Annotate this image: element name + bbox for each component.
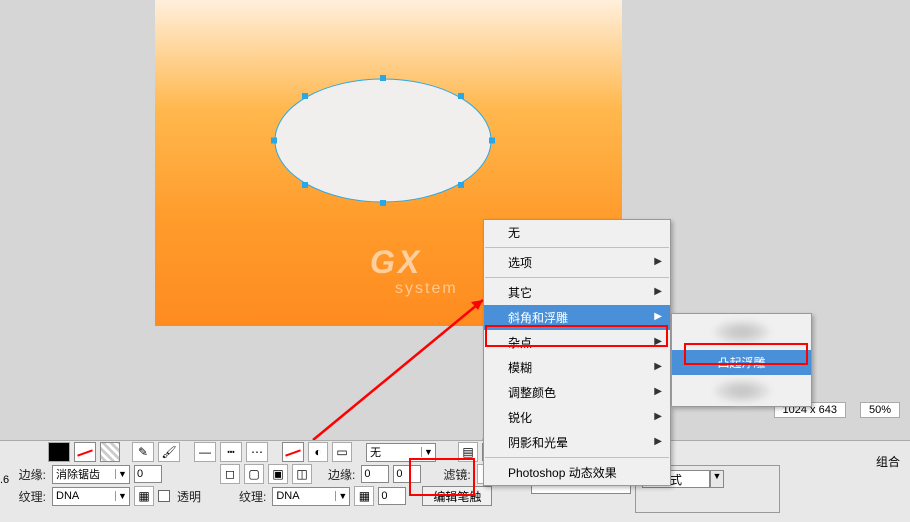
menu-label: 杂点 [508, 336, 532, 350]
stroke-preset-input[interactable] [367, 444, 421, 461]
texture-combo-1[interactable]: ▼ [52, 487, 130, 506]
dropdown-icon[interactable]: ▼ [335, 491, 349, 501]
texture-label-2: 纹理: [239, 488, 268, 505]
menu-label: 调整颜色 [508, 386, 556, 400]
chevron-right-icon: ▶ [654, 386, 662, 397]
watermark-subtext: system [395, 280, 458, 298]
texture-combo-2[interactable]: ▼ [272, 487, 350, 506]
menu-label: 选项 [508, 256, 532, 270]
menu-separator [485, 277, 669, 278]
chevron-right-icon: ▶ [654, 436, 662, 447]
edge-label-2: 边缘: [328, 466, 357, 483]
stroke-align-button[interactable]: ▭ [332, 442, 352, 462]
edge-label: 边缘: [8, 466, 48, 483]
anti-alias-combo[interactable]: ▼ [52, 465, 130, 484]
corner-style-4[interactable]: ◫ [292, 464, 312, 484]
line-style-2[interactable]: ┅ [220, 442, 242, 462]
menu-item-noise[interactable]: 杂点 ▶ [484, 330, 670, 355]
line-style-1[interactable]: — [194, 442, 216, 462]
menu-item-adjust-color[interactable]: 调整颜色 ▶ [484, 380, 670, 405]
texture-value[interactable] [378, 487, 406, 505]
edge-value-2[interactable] [361, 465, 389, 483]
transparent-label: 透明 [177, 488, 203, 505]
status-zoom: 50% [860, 402, 900, 418]
stroke-brush-button[interactable]: ✎ [132, 442, 154, 462]
menu-item-shadow-glow[interactable]: 阴影和光晕 ▶ [484, 430, 670, 455]
chevron-right-icon: ▶ [654, 311, 662, 322]
group-label: 组合 [876, 453, 900, 470]
stroke-none-swatch[interactable] [282, 442, 304, 462]
menu-item-misc[interactable]: 其它 ▶ [484, 280, 670, 305]
menu-label: 其它 [508, 286, 532, 300]
submenu-item-raised-emboss[interactable]: 凸起浮雕 [672, 350, 811, 375]
ellipse-selection[interactable] [274, 78, 492, 203]
filter-label: 滤镜: [443, 466, 472, 483]
left-fragment-value: .6 [0, 474, 9, 486]
chevron-right-icon: ▶ [654, 336, 662, 347]
texture-preview-2[interactable]: ▦ [354, 486, 374, 506]
menu-item-ps-effect[interactable]: Photoshop 动态效果 [484, 460, 670, 485]
texture-label: 纹理: [8, 488, 48, 505]
menu-item-blur[interactable]: 模糊 ▶ [484, 355, 670, 380]
transparent-checkbox[interactable] [158, 490, 170, 502]
menu-item-none[interactable]: 无 [484, 220, 670, 245]
stroke-preset-combo[interactable]: ▼ [366, 443, 436, 462]
chevron-right-icon: ▶ [654, 256, 662, 267]
line-style-3[interactable]: ⋯ [246, 442, 268, 462]
texture-preview-1[interactable]: ▦ [134, 486, 154, 506]
menu-label: 斜角和浮雕 [508, 311, 568, 325]
edit-stroke-button[interactable]: 编辑笔触 [422, 486, 492, 506]
corner-style-3[interactable]: ▣ [268, 464, 288, 484]
anti-alias-input[interactable] [53, 466, 115, 483]
dropdown-icon[interactable]: ▼ [710, 470, 724, 488]
opacity-icon: ▤ [458, 442, 478, 462]
menu-label: 阴影和光晕 [508, 436, 568, 450]
chevron-right-icon: ▶ [654, 361, 662, 372]
texture-input-2[interactable] [273, 488, 335, 505]
dropdown-icon[interactable]: ▼ [421, 447, 435, 457]
chevron-right-icon: ▶ [654, 411, 662, 422]
menu-item-sharpen[interactable]: 锐化 ▶ [484, 405, 670, 430]
menu-separator [485, 457, 669, 458]
emboss-submenu: 凸起浮雕 [671, 313, 812, 407]
menu-label: 模糊 [508, 361, 532, 375]
edge-value-1[interactable] [134, 465, 162, 483]
menu-item-bevel-emboss[interactable]: 斜角和浮雕 ▶ [484, 305, 670, 330]
dropdown-icon[interactable]: ▼ [115, 491, 129, 501]
dropdown-icon[interactable]: ▼ [115, 469, 129, 479]
filter-context-menu: 无 选项 ▶ 其它 ▶ 斜角和浮雕 ▶ 杂点 ▶ 模糊 ▶ 调整颜色 ▶ 锐化 ▶ 阴影和光晕… [483, 219, 671, 486]
menu-item-options[interactable]: 选项 ▶ [484, 250, 670, 275]
watermark-text: GX [370, 244, 422, 281]
emboss-preview-2 [714, 379, 770, 403]
chevron-right-icon: ▶ [654, 286, 662, 297]
fill-pattern-swatch[interactable] [100, 442, 120, 462]
emboss-preview-1 [714, 320, 770, 344]
corner-style-1[interactable]: ◻ [220, 464, 240, 484]
fill-none-swatch[interactable] [74, 442, 96, 462]
menu-label: 锐化 [508, 411, 532, 425]
stroke-width-button[interactable]: ◐ [308, 442, 328, 462]
stroke-paint-button[interactable]: 🖌 [158, 442, 180, 462]
corner-style-2[interactable]: ▢ [244, 464, 264, 484]
fill-solid-button[interactable] [48, 442, 70, 462]
texture-input-1[interactable] [53, 488, 115, 505]
edge-value-3[interactable] [393, 465, 421, 483]
menu-separator [485, 247, 669, 248]
